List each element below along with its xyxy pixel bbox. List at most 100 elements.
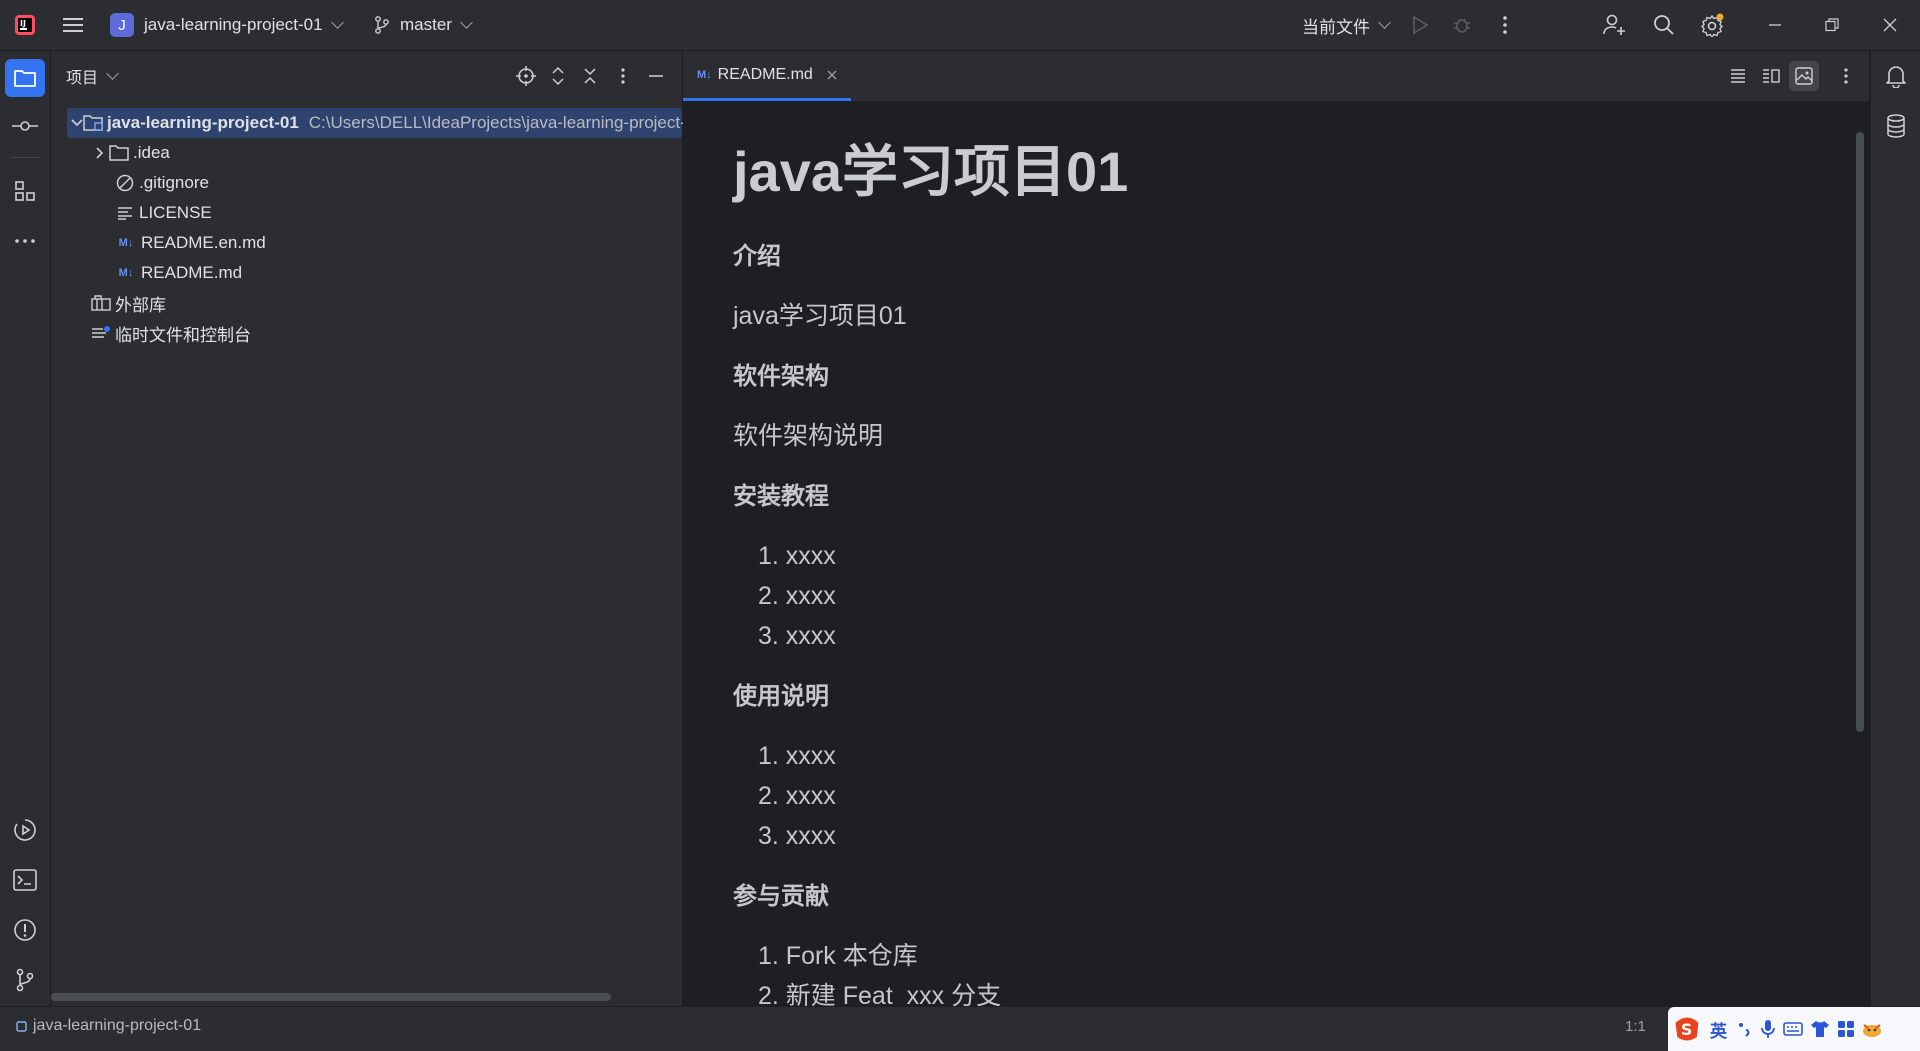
ime-toolbar[interactable]: S 英 — [1668, 1007, 1920, 1051]
more-actions-button[interactable] — [1490, 10, 1520, 40]
markdown-preview[interactable]: java学习项目01 介绍 java学习项目01 软件架构 软件架构说明 安装教… — [683, 102, 1869, 1006]
restore-window-button[interactable] — [1817, 10, 1847, 40]
ime-language-label[interactable]: 英 — [1710, 1017, 1727, 1042]
md-list-item: 3. xxxx — [758, 622, 836, 650]
module-folder-icon — [83, 113, 103, 133]
scratches-icon — [91, 323, 111, 343]
tree-item-external-libraries[interactable]: 外部库 — [91, 288, 166, 318]
project-switcher[interactable]: J java-learning-project-01 — [110, 0, 344, 50]
play-icon — [1413, 15, 1429, 35]
branch-icon — [375, 16, 389, 34]
vertical-scrollbar[interactable] — [1856, 132, 1864, 732]
hide-panel-button[interactable] — [641, 61, 671, 91]
debug-button[interactable] — [1447, 10, 1477, 40]
search-button[interactable] — [1649, 10, 1679, 40]
services-icon — [14, 819, 36, 841]
locate-icon — [516, 66, 536, 86]
collapse-all-icon — [584, 68, 596, 84]
editor-only-view-button[interactable] — [1723, 61, 1753, 91]
tree-item-readme-en[interactable]: M↓ README.en.md — [115, 228, 266, 258]
collapse-all-button[interactable] — [575, 61, 605, 91]
split-view-button[interactable] — [1756, 61, 1786, 91]
microphone-icon[interactable] — [1761, 1019, 1775, 1039]
expand-all-icon — [552, 66, 564, 86]
tree-item-idea[interactable]: .idea — [91, 138, 170, 168]
services-tool-button[interactable] — [10, 815, 40, 845]
run-config-selector[interactable]: 当前文件 — [1302, 0, 1391, 50]
chevron-down-icon — [1378, 16, 1391, 29]
project-options-button[interactable] — [608, 61, 638, 91]
close-tab-icon[interactable] — [827, 70, 837, 80]
caret-position[interactable]: 1:1 — [1625, 1007, 1646, 1045]
settings-button[interactable] — [1698, 10, 1728, 40]
structure-tool-button[interactable] — [10, 176, 40, 206]
close-icon — [1883, 18, 1897, 32]
md-heading-1: java学习项目01 — [733, 132, 1128, 212]
branch-switcher[interactable]: master — [372, 0, 473, 50]
editor-options-button[interactable] — [1831, 61, 1861, 91]
minimize-icon — [1769, 24, 1781, 26]
more-tools-button[interactable] — [10, 226, 40, 256]
editor-tab-readme[interactable]: M↓ README.md — [683, 51, 851, 101]
terminal-tool-button[interactable] — [10, 865, 40, 895]
add-user-icon — [1603, 14, 1625, 35]
code-with-me-button[interactable] — [1600, 10, 1630, 40]
expand-all-button[interactable] — [543, 61, 573, 91]
editor-tab-bar: M↓ README.md — [683, 51, 1869, 102]
minimize-window-button[interactable] — [1760, 10, 1790, 40]
tree-item-gitignore[interactable]: .gitignore — [115, 168, 209, 198]
svg-text:IJ: IJ — [20, 19, 26, 28]
intellij-logo-icon[interactable]: IJ — [10, 10, 40, 40]
more-vertical-icon — [1844, 68, 1848, 84]
chevron-down-icon — [71, 119, 83, 127]
select-opened-file-button[interactable] — [511, 61, 541, 91]
tree-item-scratches[interactable]: 临时文件和控制台 — [91, 318, 251, 348]
problems-tool-button[interactable] — [10, 915, 40, 945]
title-bar: IJ J java-learning-project-01 master 当前文… — [0, 0, 1920, 51]
close-window-button[interactable] — [1875, 10, 1905, 40]
punctuation-icon[interactable] — [1737, 1020, 1753, 1038]
project-view-selector[interactable]: 项目 — [66, 51, 119, 101]
terminal-icon — [13, 869, 37, 891]
markdown-file-icon: M↓ — [697, 68, 712, 81]
preview-only-view-button[interactable] — [1789, 61, 1819, 91]
skin-icon[interactable] — [1810, 1020, 1830, 1038]
chevron-down-icon — [460, 16, 473, 29]
text-lines-icon — [1731, 69, 1745, 83]
toolbox-grid-icon[interactable] — [1837, 1020, 1855, 1038]
tree-item-label: java-learning-project-01 — [107, 113, 299, 132]
minimize-icon — [649, 75, 663, 77]
tree-item-readme[interactable]: M↓ README.md — [115, 258, 242, 288]
text-file-icon — [115, 203, 135, 223]
md-list-item: 3. xxxx — [758, 822, 836, 850]
project-name: java-learning-project-01 — [144, 15, 323, 34]
tree-item-label: LICENSE — [139, 203, 212, 222]
tree-item-label: .idea — [133, 143, 170, 162]
ime-mascot-icon[interactable] — [1861, 1020, 1883, 1038]
project-tool-button[interactable] — [5, 59, 45, 97]
keyboard-icon[interactable] — [1783, 1021, 1803, 1037]
notifications-button[interactable] — [1881, 61, 1911, 91]
restore-icon — [1825, 18, 1839, 32]
chevron-down-icon — [330, 16, 344, 29]
tree-item-license[interactable]: LICENSE — [115, 198, 212, 228]
database-tool-button[interactable] — [1881, 111, 1911, 141]
database-icon — [1887, 114, 1905, 138]
more-vertical-icon — [621, 68, 625, 84]
search-icon — [1654, 15, 1674, 35]
run-button[interactable] — [1405, 10, 1435, 40]
tree-item-project-root[interactable]: java-learning-project-01 C:\Users\DELL\I… — [67, 108, 705, 138]
commit-tool-button[interactable] — [10, 111, 40, 141]
project-panel: 项目 java-learning-project-01 C:\Users\DEL… — [51, 51, 705, 1006]
tree-item-label: 外部库 — [115, 295, 166, 315]
chevron-down-icon — [106, 67, 119, 80]
folder-icon — [109, 143, 129, 163]
ime-logo-icon: S — [1672, 1014, 1702, 1044]
status-breadcrumb[interactable]: java-learning-project-01 — [16, 1007, 201, 1045]
main-menu-icon[interactable] — [59, 10, 89, 40]
md-heading-intro: 介绍 — [733, 243, 781, 270]
horizontal-scrollbar[interactable] — [51, 993, 611, 1001]
git-tool-button[interactable] — [10, 965, 40, 995]
folder-icon — [14, 70, 36, 87]
md-heading-architecture: 软件架构 — [733, 363, 829, 390]
